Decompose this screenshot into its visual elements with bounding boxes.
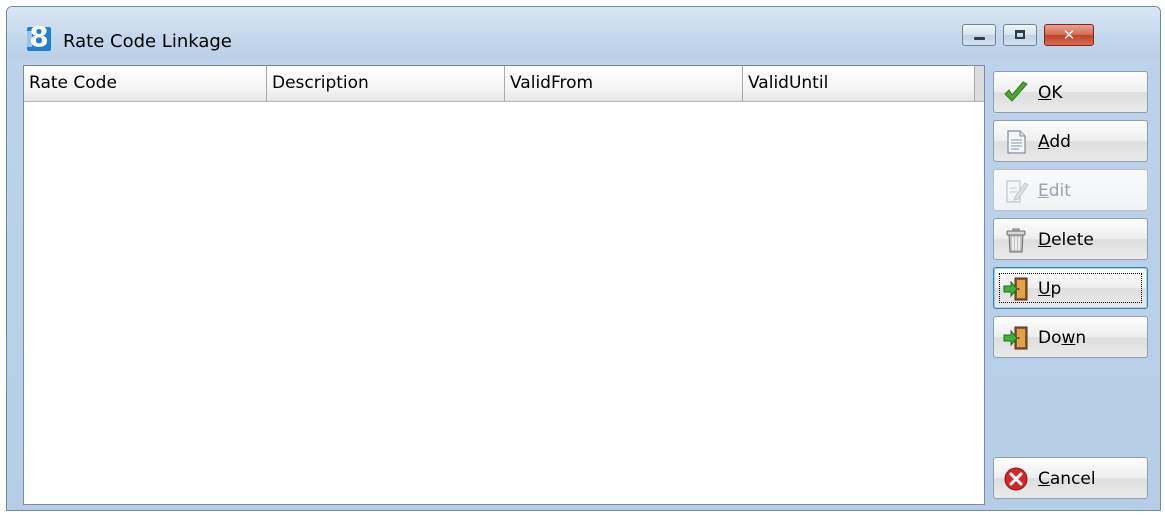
title-bar[interactable]: 8 Rate Code Linkage ✕ (7, 7, 1160, 59)
add-button[interactable]: Add (993, 120, 1148, 162)
minimize-button[interactable] (962, 24, 996, 46)
close-button[interactable]: ✕ (1044, 24, 1094, 46)
maximize-button[interactable] (1003, 24, 1037, 46)
app-logo-icon: 8 (27, 23, 51, 51)
grid-header-filler (975, 66, 984, 101)
down-button[interactable]: Down (993, 316, 1148, 358)
checkmark-icon (1004, 81, 1028, 102)
rate-code-linkage-window: 8 Rate Code Linkage ✕ Rate Code Descript… (6, 6, 1161, 511)
column-header-description[interactable]: Description (267, 66, 505, 101)
column-header-valid-until[interactable]: ValidUntil (743, 66, 975, 101)
door-arrow-icon (1003, 277, 1028, 301)
cancel-x-icon (1004, 467, 1028, 491)
edit-button[interactable]: Edit (993, 169, 1148, 211)
minimize-icon (974, 37, 985, 40)
up-label: Up (1038, 279, 1062, 299)
edit-label: Edit (1038, 181, 1071, 201)
add-label: Add (1038, 132, 1071, 152)
close-icon: ✕ (1062, 26, 1076, 44)
rate-code-grid[interactable]: Rate Code Description ValidFrom ValidUnt… (23, 65, 985, 505)
ok-label: OK (1038, 83, 1063, 103)
up-button[interactable]: Up (993, 267, 1148, 309)
maximize-icon (1015, 30, 1025, 39)
down-label: Down (1038, 328, 1087, 348)
trash-icon (1006, 228, 1026, 253)
document-icon (1007, 130, 1026, 154)
door-arrow-icon (1003, 326, 1028, 350)
ok-button[interactable]: OK (993, 71, 1148, 113)
grid-header: Rate Code Description ValidFrom ValidUnt… (24, 66, 984, 102)
delete-button[interactable]: Delete (993, 218, 1148, 260)
window-title: Rate Code Linkage (63, 31, 232, 52)
cancel-label: Cancel (1038, 469, 1096, 489)
cancel-button[interactable]: Cancel (993, 457, 1148, 499)
column-header-rate-code[interactable]: Rate Code (24, 66, 267, 101)
edit-document-icon (1006, 180, 1029, 203)
column-header-valid-from[interactable]: ValidFrom (505, 66, 743, 101)
delete-label: Delete (1038, 230, 1094, 250)
